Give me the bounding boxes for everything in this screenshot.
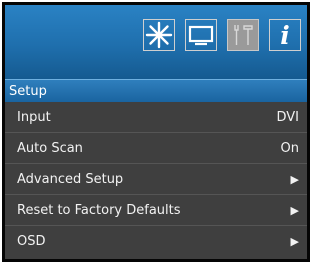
- sparkle-icon: [145, 21, 173, 49]
- menu-item-label: Auto Scan: [17, 141, 83, 156]
- info-tab[interactable]: i: [269, 19, 301, 51]
- menu-item-reset-factory[interactable]: Reset to Factory Defaults ▶: [5, 195, 307, 226]
- info-icon: i: [280, 20, 290, 50]
- tools-icon: [234, 25, 253, 45]
- menu-item-label: OSD: [17, 234, 46, 249]
- monitor-icon: [188, 25, 214, 46]
- display-tab[interactable]: [185, 19, 217, 51]
- menu-item-auto-scan[interactable]: Auto Scan On: [5, 133, 307, 164]
- osd-window: i Setup Input DVI Auto Scan On Advanced …: [2, 2, 310, 262]
- menu-item-label: Input: [17, 110, 51, 125]
- chevron-right-icon: ▶: [290, 235, 299, 248]
- osd-header: i: [5, 5, 307, 79]
- chevron-right-icon: ▶: [290, 204, 299, 217]
- menu-item-input[interactable]: Input DVI: [5, 102, 307, 133]
- section-title: Setup: [5, 79, 307, 102]
- menu-item-label: Reset to Factory Defaults: [17, 203, 181, 218]
- chevron-right-icon: ▶: [290, 173, 299, 186]
- menu-item-advanced-setup[interactable]: Advanced Setup ▶: [5, 164, 307, 195]
- icon-bar: i: [143, 19, 301, 51]
- setup-menu: Input DVI Auto Scan On Advanced Setup ▶ …: [5, 102, 307, 257]
- picture-settings-tab[interactable]: [143, 19, 175, 51]
- menu-item-label: Advanced Setup: [17, 172, 124, 187]
- setup-tab[interactable]: [227, 19, 259, 51]
- menu-item-value: DVI: [276, 110, 299, 125]
- menu-item-osd[interactable]: OSD ▶: [5, 226, 307, 257]
- menu-item-value: On: [280, 141, 299, 156]
